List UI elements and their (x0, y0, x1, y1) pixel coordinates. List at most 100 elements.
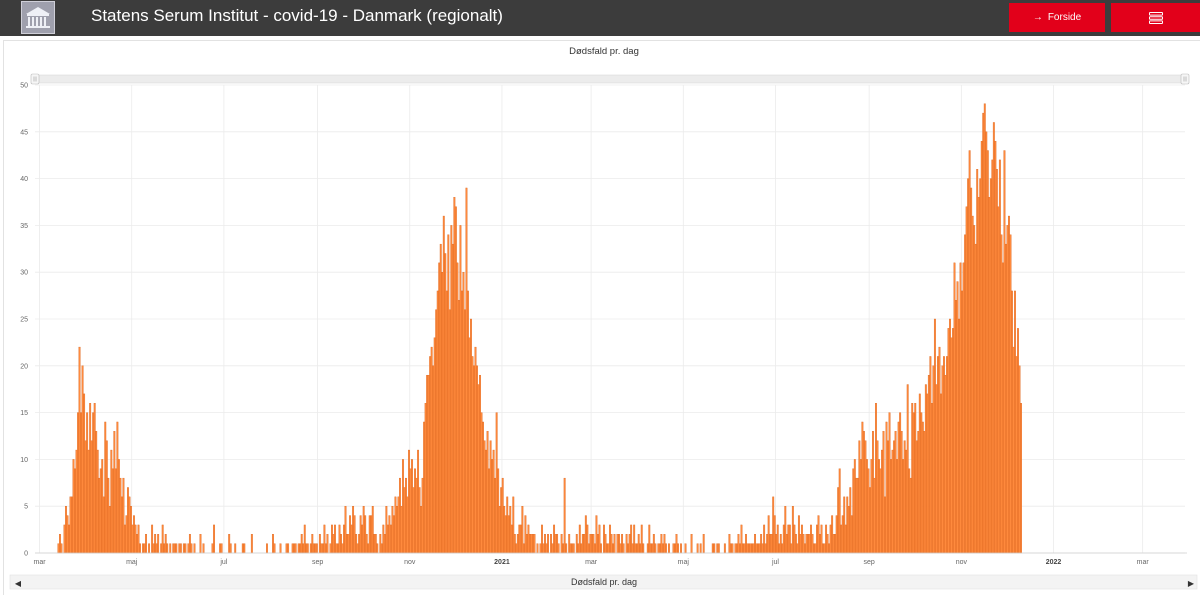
bar[interactable] (633, 524, 636, 554)
bar[interactable] (652, 534, 655, 554)
bar[interactable] (941, 365, 944, 554)
bar[interactable] (501, 477, 504, 554)
bar[interactable] (120, 496, 123, 554)
bar[interactable] (658, 543, 661, 554)
bar[interactable] (379, 534, 382, 554)
bar[interactable] (1011, 290, 1013, 554)
bar[interactable] (337, 543, 339, 554)
bar[interactable] (1001, 262, 1004, 554)
bar[interactable] (596, 534, 599, 554)
bar[interactable] (875, 403, 877, 554)
bar[interactable] (982, 112, 985, 554)
bar[interactable] (488, 468, 491, 554)
bar[interactable] (1018, 365, 1021, 554)
bar[interactable] (228, 534, 231, 554)
bar[interactable] (152, 543, 155, 554)
bar[interactable] (911, 403, 914, 554)
bar[interactable] (1006, 225, 1009, 554)
bar[interactable] (193, 543, 196, 554)
bar[interactable] (734, 543, 737, 554)
bar[interactable] (356, 543, 359, 554)
bar[interactable] (816, 524, 818, 554)
bar[interactable] (810, 524, 812, 554)
bar[interactable] (716, 543, 719, 554)
bar[interactable] (447, 234, 450, 554)
bar[interactable] (976, 169, 979, 554)
bar[interactable] (128, 496, 131, 554)
bar[interactable] (794, 534, 797, 554)
bar[interactable] (781, 543, 784, 554)
bar[interactable] (974, 243, 977, 554)
bar[interactable] (751, 543, 753, 554)
bar[interactable] (893, 440, 896, 554)
bar[interactable] (782, 524, 785, 554)
bar[interactable] (293, 543, 296, 554)
bar[interactable] (752, 543, 755, 554)
bar[interactable] (967, 178, 970, 554)
bar[interactable] (518, 524, 521, 554)
bar[interactable] (513, 534, 516, 554)
bar[interactable] (353, 515, 356, 554)
bar[interactable] (454, 206, 457, 554)
bar[interactable] (932, 365, 935, 554)
bar[interactable] (841, 515, 844, 554)
bar[interactable] (663, 534, 666, 554)
bar[interactable] (832, 534, 835, 554)
bar[interactable] (473, 365, 475, 554)
bar[interactable] (403, 487, 406, 554)
bar[interactable] (105, 440, 108, 554)
bar[interactable] (340, 534, 342, 554)
bar[interactable] (498, 506, 501, 554)
bar[interactable] (844, 524, 847, 554)
bar[interactable] (1020, 403, 1022, 554)
bar[interactable] (631, 543, 634, 554)
bar[interactable] (74, 468, 76, 554)
bar[interactable] (169, 543, 172, 554)
bar[interactable] (924, 384, 927, 554)
bar[interactable] (172, 543, 175, 554)
bar[interactable] (362, 506, 365, 554)
bar[interactable] (589, 534, 592, 554)
bar[interactable] (955, 300, 957, 554)
bar[interactable] (553, 524, 556, 554)
bar[interactable] (846, 496, 849, 554)
bar[interactable] (373, 534, 376, 554)
bar[interactable] (441, 272, 444, 554)
bar[interactable] (657, 543, 660, 554)
bar[interactable] (166, 543, 169, 554)
bar[interactable] (78, 346, 81, 554)
bar[interactable] (1000, 234, 1003, 554)
bar[interactable] (346, 534, 348, 554)
menu-button[interactable] (1111, 3, 1200, 32)
bar[interactable] (489, 440, 492, 554)
bar[interactable] (926, 393, 929, 554)
bar[interactable] (133, 515, 135, 554)
bar[interactable] (791, 506, 794, 554)
bar[interactable] (944, 374, 947, 554)
bar[interactable] (988, 197, 991, 554)
bar[interactable] (114, 468, 117, 554)
bar[interactable] (335, 543, 338, 554)
bar[interactable] (495, 412, 498, 554)
bar[interactable] (418, 487, 421, 554)
bar[interactable] (474, 346, 477, 554)
bar[interactable] (536, 543, 539, 554)
bar[interactable] (971, 215, 974, 554)
bar[interactable] (241, 543, 244, 554)
bar[interactable] (852, 468, 855, 554)
bar[interactable] (897, 421, 900, 554)
bar[interactable] (649, 543, 652, 554)
bar[interactable] (595, 515, 598, 554)
bar[interactable] (509, 506, 512, 554)
bar[interactable] (865, 459, 868, 554)
bar[interactable] (918, 393, 921, 554)
scroll-left-icon[interactable]: ◀ (15, 579, 22, 588)
bar[interactable] (929, 356, 932, 554)
bar[interactable] (767, 515, 770, 554)
bar[interactable] (323, 524, 326, 554)
bar[interactable] (66, 515, 69, 554)
bar[interactable] (444, 253, 447, 554)
bar[interactable] (188, 534, 191, 554)
bar[interactable] (358, 534, 361, 554)
bar[interactable] (122, 477, 125, 554)
